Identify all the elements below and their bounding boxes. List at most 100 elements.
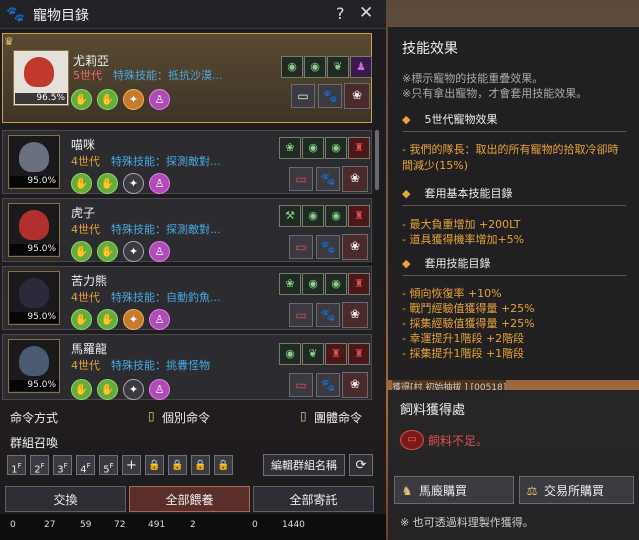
market-buy-label: 交易所購買 [544, 484, 605, 498]
gather-icon[interactable]: ✋ [97, 89, 118, 110]
paw-action-button[interactable]: 🐾 [316, 167, 340, 191]
note-line: ※只有拿出寵物，才會套用技能效果。 [402, 87, 588, 100]
summon-pet-button[interactable]: ▭ [289, 235, 313, 259]
pet-name: 喵咪 [71, 138, 96, 152]
group-1-button[interactable]: 1F [7, 455, 26, 475]
potion-icon[interactable]: ♙ [149, 309, 170, 330]
lock-icon[interactable]: 🔒 [191, 455, 210, 475]
title-bar: 🐾 寵物目錄 ? ✕ [0, 0, 386, 29]
help-button[interactable]: ? [336, 4, 345, 23]
edit-group-name-button[interactable]: 編輯群組名稱 [263, 454, 345, 476]
pet-name: 苦力熊 [71, 274, 108, 288]
compass-icon[interactable]: ✦ [123, 309, 144, 330]
feed-icon[interactable]: ✋ [71, 173, 92, 194]
compass-icon[interactable]: ✦ [123, 89, 144, 110]
pet-generation: 5世代 [73, 69, 102, 82]
pet-special-skill: 特殊技能：挑釁怪物 [111, 359, 210, 372]
pet-list-window: 🐾 寵物目錄 ? ✕ ♛ 96.5% 尤莉亞 5世代 特殊技能：抵抗沙漠... … [0, 0, 386, 540]
feed-pet-button[interactable]: ❀ [342, 372, 368, 398]
feed-pet-button[interactable]: ❀ [344, 83, 370, 109]
effect-line: - 傾向恢復率 +10% [402, 287, 502, 300]
group-5-button[interactable]: 5F [99, 455, 118, 475]
pet-figure [19, 278, 49, 308]
skill-icon-3: ◉ [325, 137, 347, 159]
pet-card-selected[interactable]: ♛ 96.5% 尤莉亞 5世代 特殊技能：抵抗沙漠... ✋ ✋ ✦ ♙ ◉ ◉… [2, 33, 372, 123]
feed-icon[interactable]: ✋ [71, 309, 92, 330]
mouse-right-icon: ▯ [300, 409, 307, 423]
compass-icon[interactable]: ✦ [123, 241, 144, 262]
group-4-button[interactable]: 4F [76, 455, 95, 475]
paw-action-button[interactable]: 🐾 [316, 235, 340, 259]
feed-icon[interactable]: ✋ [71, 241, 92, 262]
basic-skill-header: ◆ 套用基本技能目錄 [402, 185, 512, 201]
skill-icon-2: ◉ [302, 273, 324, 295]
hotbar-count: 0 [252, 520, 258, 530]
lock-icon[interactable]: 🔒 [214, 455, 233, 475]
store-all-button[interactable]: 全部寄託 [253, 486, 374, 512]
group-command-option[interactable]: 團體命令 [314, 409, 362, 426]
generation-effect-title: 5世代寵物效果 [424, 113, 498, 126]
potion-icon[interactable]: ♙ [149, 89, 170, 110]
potion-icon[interactable]: ♙ [149, 379, 170, 400]
hotbar-count: 2 [190, 520, 196, 530]
stable-buy-label: 馬廄購買 [419, 484, 468, 498]
gather-icon[interactable]: ✋ [97, 309, 118, 330]
feed-warning-icon: ▭ [400, 430, 424, 450]
feed-all-button[interactable]: 全部餵養 [129, 486, 250, 512]
hotbar-count: 0 [10, 520, 16, 530]
pet-card[interactable]: 95.0% 馬羅龍 4世代 特殊技能：挑釁怪物 ✋ ✋ ✦ ♙ ◉ ❦ ♜ ♜ … [2, 334, 372, 400]
feed-pet-button[interactable]: ❀ [342, 302, 368, 328]
individual-command-option[interactable]: 個別命令 [162, 409, 210, 426]
pet-figure [19, 210, 49, 240]
skill-icon-3: ◉ [325, 205, 347, 227]
market-buy-button[interactable]: ⚖ 交易所購買 [519, 476, 634, 504]
group-2-button[interactable]: 2F [30, 455, 49, 475]
add-group-button[interactable]: + [122, 455, 141, 475]
potion-icon[interactable]: ♙ [149, 173, 170, 194]
close-button[interactable]: ✕ [359, 3, 373, 23]
compass-icon[interactable]: ✦ [123, 173, 144, 194]
feed-pet-button[interactable]: ❀ [342, 166, 368, 192]
gather-icon[interactable]: ✋ [97, 173, 118, 194]
summon-pet-button[interactable]: ▭ [289, 373, 313, 397]
skill-icon-3: ❦ [327, 56, 349, 78]
pet-name: 虎子 [71, 206, 96, 220]
pet-generation: 4世代 [71, 359, 100, 372]
gather-icon[interactable]: ✋ [97, 379, 118, 400]
pet-level: 95.0% [10, 176, 58, 187]
lock-icon[interactable]: 🔒 [145, 455, 164, 475]
pet-generation: 4世代 [71, 223, 100, 236]
divider [402, 205, 626, 206]
hotbar-count: 27 [44, 520, 56, 530]
mouse-left-icon: ▯ [148, 409, 155, 423]
compass-icon[interactable]: ✦ [123, 379, 144, 400]
feed-source-panel: 飼料獲得處 ▭ 飼料不足。 ♞ 馬廄購買 ⚖ 交易所購買 ※ 也可透過料理製作獲得。 [388, 390, 639, 540]
group-2-key: F [40, 462, 45, 470]
pet-card[interactable]: 95.0% 苦力熊 4世代 特殊技能：自動釣魚... ✋ ✋ ✦ ♙ ❀ ◉ ◉… [2, 266, 372, 330]
potion-icon[interactable]: ♙ [149, 241, 170, 262]
summon-pet-button[interactable]: ▭ [289, 303, 313, 327]
paw-action-button[interactable]: 🐾 [316, 303, 340, 327]
skill-icon-2: ◉ [302, 205, 324, 227]
paw-action-button[interactable]: 🐾 [318, 84, 342, 108]
exchange-button[interactable]: 交換 [5, 486, 126, 512]
feed-pet-button[interactable]: ❀ [342, 234, 368, 260]
stable-buy-button[interactable]: ♞ 馬廄購買 [394, 476, 514, 504]
hide-pet-button[interactable]: ▭ [291, 84, 315, 108]
hotbar-count: 72 [114, 520, 126, 530]
paw-action-button[interactable]: 🐾 [316, 373, 340, 397]
lock-icon[interactable]: 🔒 [168, 455, 187, 475]
feed-icon[interactable]: ✋ [71, 379, 92, 400]
pet-card[interactable]: 95.0% 虎子 4世代 特殊技能：探測敵對... ✋ ✋ ✦ ♙ ⚒ ◉ ◉ … [2, 198, 372, 262]
feed-icon[interactable]: ✋ [71, 89, 92, 110]
gather-icon[interactable]: ✋ [97, 241, 118, 262]
pet-card[interactable]: 95.0% 喵咪 4世代 特殊技能：探測敵對... ✋ ✋ ✦ ♙ ❀ ◉ ◉ … [2, 130, 372, 194]
applied-skill-header: ◆ 套用技能目錄 [402, 255, 490, 271]
skill-icon-4: ♜ [348, 137, 370, 159]
group-3-button[interactable]: 3F [53, 455, 72, 475]
skill-effects-title: 技能效果 [402, 41, 458, 57]
refresh-icon[interactable]: ⟳ [349, 454, 373, 476]
summon-pet-button[interactable]: ▭ [289, 167, 313, 191]
pet-list-scrollbar[interactable] [375, 130, 379, 190]
group-summon-title: 群組召喚 [10, 436, 59, 450]
